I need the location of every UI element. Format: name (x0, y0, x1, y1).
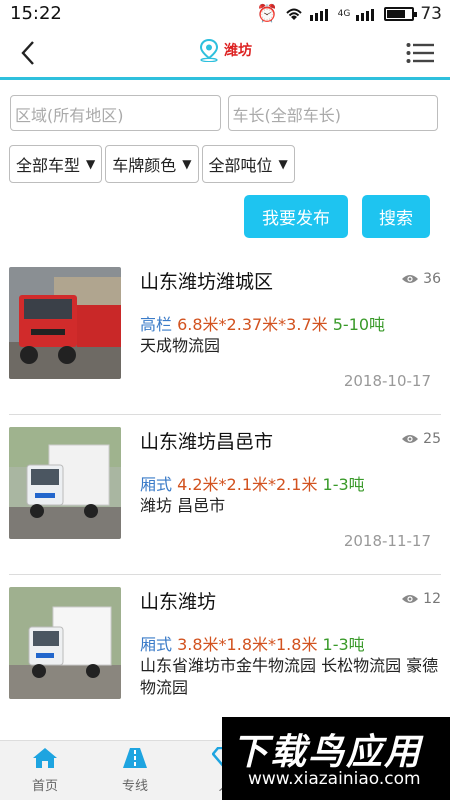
item-location: 山东潍坊昌邑市 (140, 431, 274, 453)
caret-down-icon: ▼ (86, 157, 96, 171)
item-date: 2018-10-17 (343, 372, 431, 390)
app-header: 潍坊 (0, 28, 450, 80)
view-count: 25 (401, 431, 441, 447)
battery-percent: 73 (420, 4, 442, 24)
tonnage-select-label: 全部吨位 (208, 156, 273, 175)
menu-list-icon[interactable] (406, 42, 434, 64)
view-count-value: 36 (423, 271, 441, 287)
item-tons: 1-3吨 (322, 635, 365, 654)
publish-button[interactable]: 我要发布 (244, 195, 348, 238)
page-title: 潍坊 (224, 43, 252, 59)
item-address: 山东省潍坊市金牛物流园 长松物流园 豪德物流园 (140, 656, 439, 697)
eye-icon (402, 275, 419, 283)
item-kind: 厢式 (140, 635, 173, 654)
plate-color-select[interactable]: 车牌颜色 ▼ (105, 145, 199, 183)
item-kind: 高栏 (140, 315, 173, 334)
action-buttons: 我要发布 搜索 (244, 195, 430, 238)
truck-list: 山东潍坊潍城区 36 高栏 6.8米*2.37米*3.7米 5-10吨 天成物流… (0, 255, 450, 735)
item-date: 2018-11-17 (343, 532, 431, 550)
plate-color-select-label: 车牌颜色 (112, 156, 177, 175)
status-time: 15:22 (10, 3, 62, 24)
item-spec: 厢式 3.8米*1.8米*1.8米 1-3吨 (140, 631, 365, 655)
home-icon (33, 748, 57, 768)
wifi-icon (285, 8, 302, 20)
status-bar: 15:22 ⏰ 4G 73 (0, 0, 450, 28)
vehicle-type-select[interactable]: 全部车型 ▼ (9, 145, 103, 183)
signal-icon-2 (356, 9, 375, 21)
view-count: 36 (401, 271, 441, 287)
item-tons: 5-10吨 (332, 315, 386, 334)
vehicle-type-select-label: 全部车型 (16, 156, 81, 175)
watermark-url: www.xiazainiao.com (248, 769, 421, 789)
caret-down-icon: ▼ (182, 157, 192, 171)
filter-inputs: 区域(所有地区) 车长(全部车长) (10, 95, 438, 131)
eye-icon (402, 595, 419, 603)
view-count-value: 25 (423, 431, 441, 447)
truck-photo (9, 587, 121, 699)
road-icon (123, 748, 147, 768)
view-count: 12 (401, 591, 441, 607)
truck-photo (9, 267, 121, 379)
location-title[interactable]: 潍坊 (0, 38, 450, 62)
item-dims: 6.8米*2.37米*3.7米 (177, 315, 328, 334)
item-address: 潍坊 昌邑市 (140, 496, 226, 515)
length-input[interactable]: 车长(全部车长) (227, 95, 438, 131)
item-kind: 厢式 (140, 475, 173, 494)
signal-icon (309, 9, 328, 21)
list-item[interactable]: 山东潍坊 12 厢式 3.8米*1.8米*1.8米 1-3吨 山东省潍坊市金牛物… (9, 575, 441, 735)
item-address: 天成物流园 (140, 336, 221, 355)
list-item[interactable]: 山东潍坊昌邑市 25 厢式 4.2米*2.1米*2.1米 1-3吨 潍坊 昌邑市… (9, 415, 441, 575)
battery-icon (384, 7, 418, 21)
watermark-title: 下载鸟应用 (232, 732, 423, 773)
item-spec: 高栏 6.8米*2.37米*3.7米 5-10吨 (140, 311, 385, 335)
search-button[interactable]: 搜索 (362, 195, 430, 238)
region-input[interactable]: 区域(所有地区) (10, 95, 221, 131)
filter-selects: 全部车型 ▼ 车牌颜色 ▼ 全部吨位 ▼ (9, 145, 295, 183)
tab-line[interactable]: 专线 (90, 741, 180, 800)
alarm-icon: ⏰ (256, 4, 278, 24)
tab-home[interactable]: 首页 (0, 741, 90, 800)
tonnage-select[interactable]: 全部吨位 ▼ (201, 145, 295, 183)
eye-icon (402, 435, 419, 443)
list-item[interactable]: 山东潍坊潍城区 36 高栏 6.8米*2.37米*3.7米 5-10吨 天成物流… (9, 255, 441, 415)
download-watermark: 下载鸟应用 www.xiazainiao.com (222, 717, 450, 800)
location-pin-icon (199, 38, 219, 62)
item-tons: 1-3吨 (322, 475, 365, 494)
item-dims: 4.2米*2.1米*2.1米 (177, 475, 318, 494)
battery-level (387, 10, 405, 18)
truck-photo (9, 427, 121, 539)
item-location: 山东潍坊 (140, 591, 217, 613)
tab-home-label: 首页 (31, 779, 58, 794)
item-spec: 厢式 4.2米*2.1米*2.1米 1-3吨 (140, 471, 365, 495)
caret-down-icon: ▼ (278, 157, 288, 171)
network-type-label: 4G (337, 9, 351, 19)
item-dims: 3.8米*1.8米*1.8米 (177, 635, 318, 654)
tab-line-label: 专线 (121, 779, 148, 794)
item-location: 山东潍坊潍城区 (140, 271, 274, 293)
status-icons: ⏰ 4G 73 (256, 4, 442, 24)
view-count-value: 12 (423, 591, 441, 607)
